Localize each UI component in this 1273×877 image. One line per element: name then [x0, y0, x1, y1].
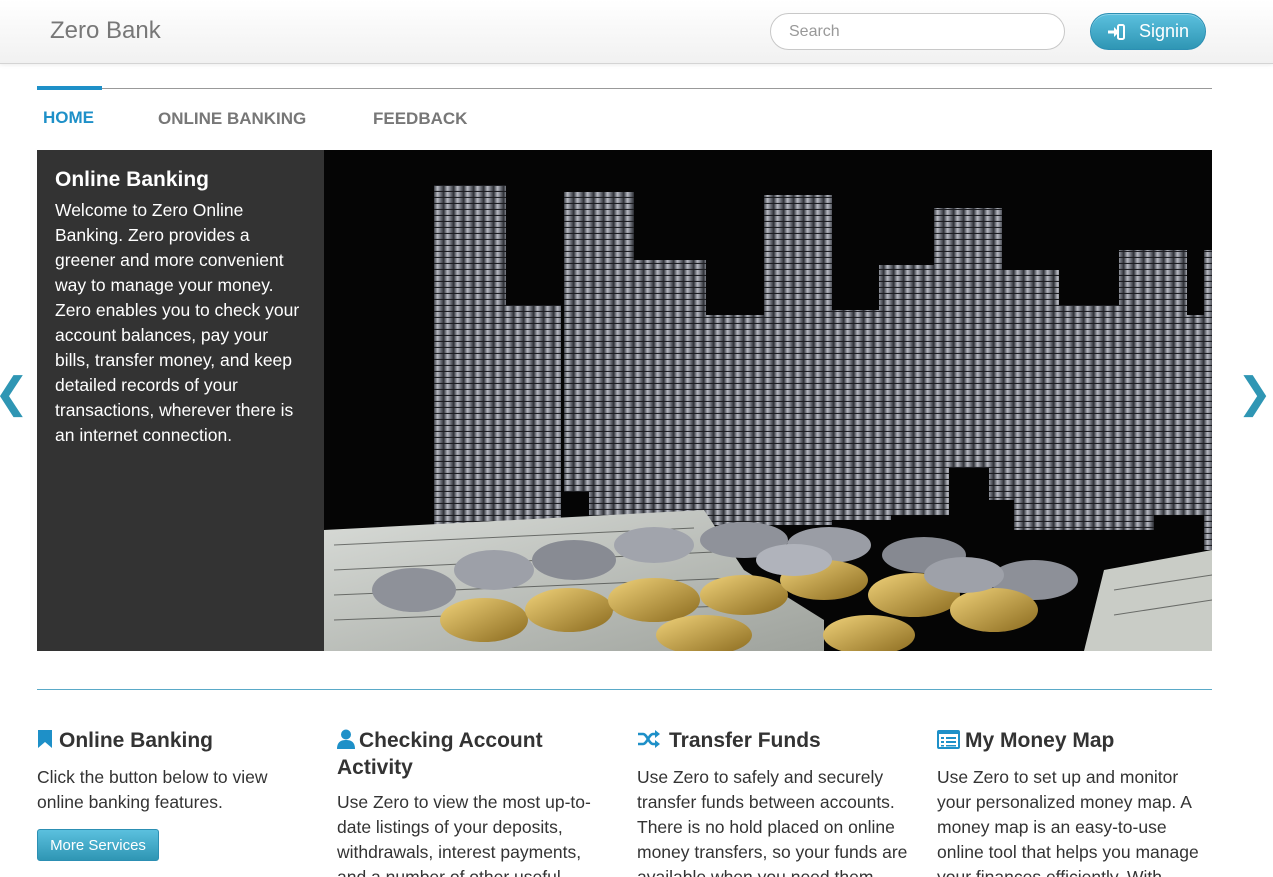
feature-checking-account: Checking Account Activity Use Zero to vi… — [337, 728, 612, 877]
list-icon — [937, 730, 960, 755]
top-navbar: Zero Bank Signin — [0, 0, 1273, 64]
signin-icon — [1107, 23, 1125, 40]
tab-online-banking[interactable]: ONLINE BANKING — [158, 109, 306, 129]
carousel-caption: Online Banking Welcome to Zero Online Ba… — [37, 150, 324, 651]
feature-transfer-funds: Transfer Funds Use Zero to safely and se… — [637, 728, 912, 877]
chevron-left-icon[interactable]: ❮ — [0, 372, 29, 414]
tab-feedback[interactable]: FEEDBACK — [373, 109, 467, 129]
feature-text: Use Zero to safely and securely transfer… — [637, 767, 908, 877]
hero-carousel: Online Banking Welcome to Zero Online Ba… — [37, 150, 1212, 651]
feature-text: Use Zero to set up and monitor your pers… — [937, 767, 1199, 877]
coins-photo — [324, 150, 1212, 651]
more-services-button[interactable]: More Services — [37, 829, 159, 861]
feature-text: Click the button below to view online ba… — [37, 767, 268, 812]
feature-text: Use Zero to view the most up-to-date lis… — [337, 792, 591, 877]
feature-online-banking: Online Banking Click the button below to… — [37, 728, 312, 815]
feature-title: My Money Map — [965, 729, 1115, 752]
user-icon — [337, 729, 355, 755]
brand-logo[interactable]: Zero Bank — [50, 17, 161, 45]
tab-home[interactable]: HOME — [43, 108, 94, 128]
feature-title: Checking Account Activity — [337, 729, 543, 779]
nav-divider — [37, 88, 1212, 89]
carousel-text: Welcome to Zero Online Banking. Zero pro… — [55, 200, 300, 445]
feature-money-map: My Money Map Use Zero to set up and moni… — [937, 728, 1212, 877]
signin-button[interactable]: Signin — [1090, 13, 1206, 50]
feature-title: Online Banking — [59, 729, 214, 752]
section-divider — [37, 689, 1212, 690]
chevron-right-icon[interactable]: ❯ — [1237, 372, 1272, 414]
shuffle-icon — [637, 729, 661, 755]
active-tab-indicator — [37, 86, 102, 90]
carousel-title: Online Banking — [55, 168, 210, 191]
signin-label: Signin — [1138, 21, 1190, 41]
bookmark-icon — [37, 729, 53, 755]
search-input[interactable] — [770, 13, 1065, 50]
feature-title: Transfer Funds — [669, 729, 821, 752]
